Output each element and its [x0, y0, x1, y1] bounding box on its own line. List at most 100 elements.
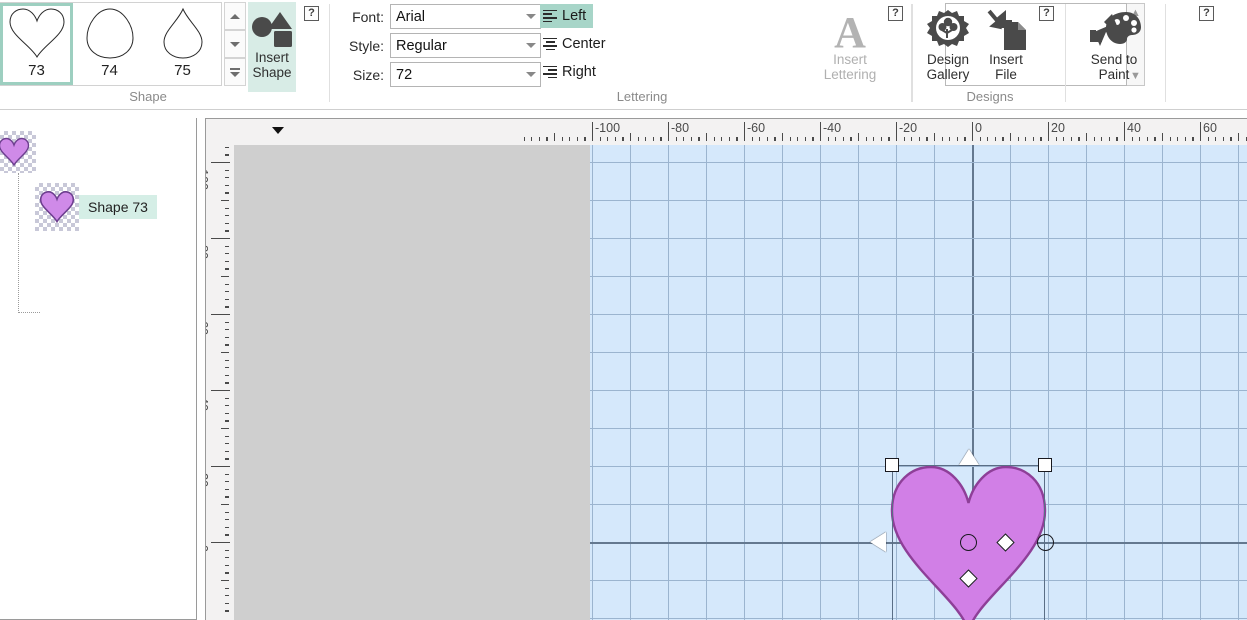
ruler-tick-major — [211, 542, 230, 544]
send-to-paint-button[interactable]: Send to Paint — [1074, 8, 1154, 82]
ruler-tick-major — [668, 122, 670, 141]
shape-item-73[interactable]: 73 — [0, 3, 73, 85]
ruler-tick-minor — [225, 344, 229, 346]
handle-rotate-triangle[interactable] — [958, 449, 979, 465]
origin-marker-icon[interactable] — [272, 127, 284, 134]
ruler-tick-minor — [225, 488, 229, 490]
ruler-tick-minor — [1116, 137, 1118, 141]
ruler-tick-minor — [225, 298, 229, 300]
ruler-tick-minor — [538, 137, 540, 141]
show-more-button[interactable] — [224, 58, 246, 86]
ruler-tick-minor — [1055, 137, 1057, 141]
font-value: Arial — [396, 8, 426, 25]
tree-node-label[interactable]: Shape 73 — [79, 195, 157, 219]
ruler-label: 20 — [1051, 121, 1065, 135]
ruler-label: -80 — [206, 241, 210, 260]
size-select[interactable]: 72 — [390, 62, 541, 87]
ruler-tick-minor — [225, 306, 229, 308]
ruler-tick-minor — [873, 137, 875, 141]
horizontal-ruler[interactable]: -100 -80 -60 -40 -20 0 20 40 60 — [206, 119, 1247, 145]
lettering-group-label: Lettering — [616, 89, 668, 104]
ruler-tick-minor — [827, 137, 829, 141]
insert-lettering-button[interactable]: A Insert Lettering — [820, 8, 880, 82]
flower-badge-icon — [927, 10, 969, 47]
grid-line-horizontal — [590, 200, 1247, 201]
ruler-tick-minor — [1017, 137, 1019, 141]
ruler-label: -60 — [747, 121, 766, 135]
shape-item-75[interactable]: 75 — [146, 3, 219, 85]
grid-line-vertical — [1162, 145, 1163, 620]
grid-line-vertical — [592, 145, 593, 620]
design-workspace: -100 -80 -60 -40 -20 0 20 40 60 -100 -80 -60 -40 -20… — [205, 118, 1247, 620]
grid-line-vertical — [744, 145, 745, 620]
svg-text:A: A — [834, 8, 866, 52]
ruler-tick-minor — [225, 169, 229, 171]
font-select[interactable]: Arial — [390, 4, 541, 29]
ruler-tick-minor — [225, 405, 229, 407]
align-center-button[interactable]: Center — [540, 32, 613, 56]
heart-icon — [39, 191, 75, 224]
ruler-tick-major — [896, 122, 898, 141]
tree-node-shape-73[interactable]: Shape 73 — [35, 183, 157, 231]
send-to-paint-label-line2: Paint — [1098, 67, 1130, 82]
ruler-tick-minor — [759, 137, 761, 141]
handle-top-right-square[interactable] — [1038, 458, 1052, 472]
ruler-tick-minor — [225, 177, 229, 179]
ruler-label: 0 — [206, 545, 210, 552]
align-right-button[interactable]: Right — [540, 60, 603, 84]
ruler-tick-minor — [225, 215, 229, 217]
ruler-tick-minor — [880, 137, 882, 141]
ruler-tick-minor — [531, 137, 533, 141]
design-gallery-label-line2: Gallery — [926, 67, 970, 82]
ruler-tick-minor — [926, 137, 928, 141]
scroll-up-button[interactable] — [224, 2, 246, 30]
handle-center-circle[interactable] — [960, 533, 977, 551]
canvas-area[interactable] — [234, 145, 1247, 620]
designs-help-button[interactable]: ? — [1039, 6, 1054, 21]
grid-line-vertical — [858, 145, 859, 620]
scroll-down-button[interactable] — [224, 30, 246, 58]
grid-line-horizontal — [590, 428, 1247, 429]
shape-gallery[interactable]: 73 74 75 — [0, 2, 222, 86]
ruler-tick-minor — [225, 496, 229, 498]
handle-right-circle[interactable] — [1036, 533, 1054, 551]
ruler-tick-minor — [1086, 133, 1088, 141]
ruler-tick-minor — [225, 602, 229, 604]
lettering-help-button[interactable]: ? — [888, 6, 903, 21]
ruler-tick-minor — [225, 534, 229, 536]
ruler-tick-minor — [225, 526, 229, 528]
ruler-tick-minor — [979, 137, 981, 141]
vertical-ruler[interactable]: -100 -80 -60 -40 -20 0 — [206, 145, 234, 620]
handle-top-left-square[interactable] — [885, 458, 899, 472]
design-gallery-button[interactable]: Design Gallery — [918, 8, 978, 82]
chevron-down-icon — [522, 43, 540, 48]
ruler-tick-minor — [782, 133, 784, 141]
ruler-label: -40 — [206, 393, 210, 412]
tree-node-root[interactable] — [0, 131, 36, 173]
ruler-tick-minor — [1093, 137, 1095, 141]
ruler-tick-minor — [1108, 137, 1110, 141]
handle-left-triangle[interactable] — [870, 532, 886, 552]
ruler-tick-minor — [637, 137, 639, 141]
ruler-tick-minor — [1169, 137, 1171, 141]
style-select[interactable]: Regular — [390, 33, 541, 58]
insert-file-button[interactable]: Insert File — [976, 8, 1036, 82]
ruler-tick-minor — [934, 133, 936, 141]
teardrop-shape-icon — [85, 8, 134, 59]
grid-line-horizontal — [590, 276, 1247, 277]
ribbon-divider — [1165, 4, 1166, 102]
ruler-tick-minor — [225, 207, 229, 209]
align-left-button[interactable]: Left — [540, 4, 594, 28]
ruler-tick-minor — [221, 276, 229, 278]
style-value: Regular — [396, 37, 447, 54]
size-value: 72 — [396, 66, 413, 83]
ruler-tick-minor — [941, 137, 943, 141]
paint-help-button[interactable]: ? — [1199, 6, 1214, 21]
ruler-tick-minor — [903, 137, 905, 141]
ruler-tick-minor — [225, 564, 229, 566]
insert-shape-button[interactable]: Insert Shape — [248, 2, 296, 92]
shape-help-button[interactable]: ? — [304, 6, 319, 21]
shape-item-74[interactable]: 74 — [73, 3, 146, 85]
align-right-icon — [543, 63, 557, 80]
ruler-tick-minor — [1192, 137, 1194, 141]
